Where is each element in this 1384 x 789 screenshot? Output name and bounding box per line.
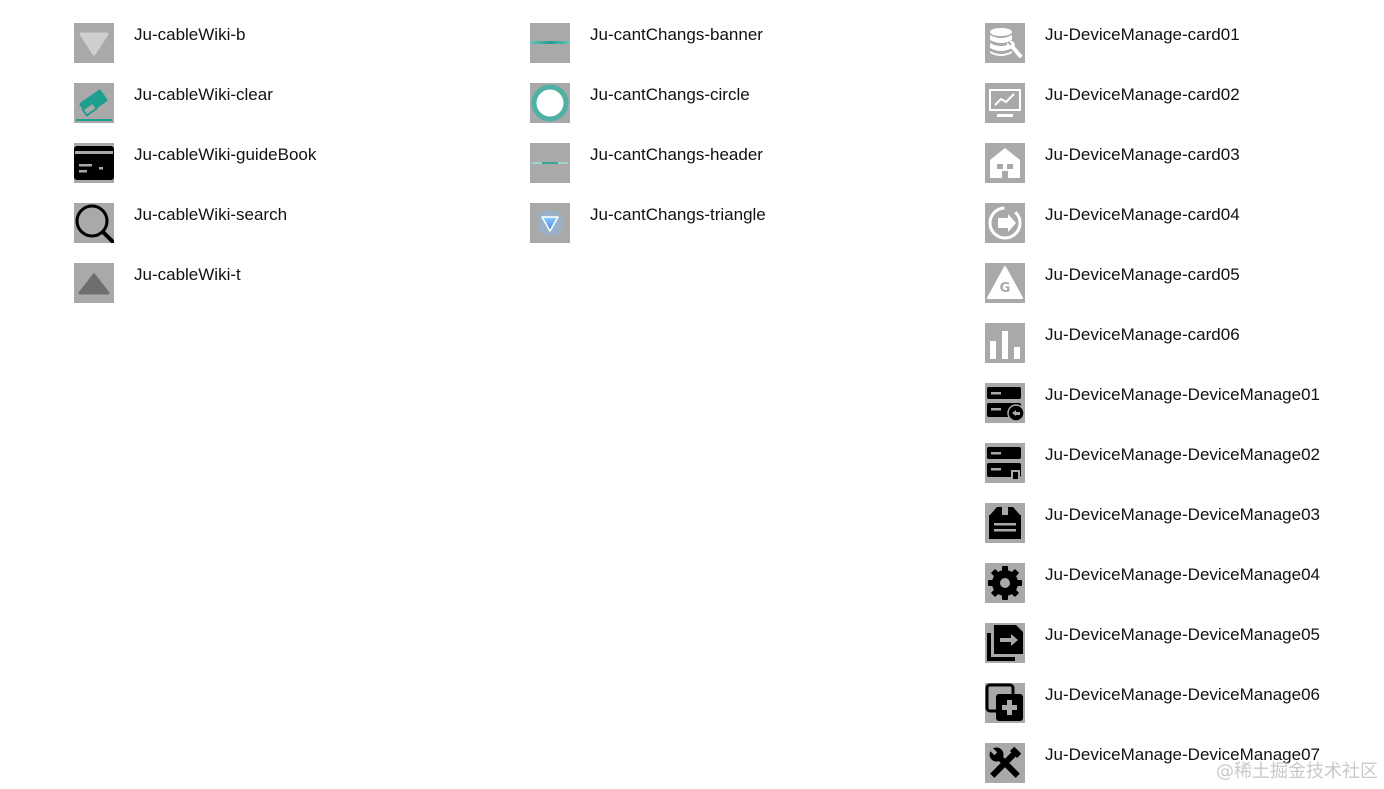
icon-label: Ju-DeviceManage-card05 <box>1045 265 1240 284</box>
icon-item-ju-cablewiki-clear[interactable]: Ju-cableWiki-clear <box>74 83 316 143</box>
icon-label: Ju-cableWiki-guideBook <box>134 145 317 164</box>
banner-line-icon <box>530 23 570 63</box>
icon-label: Ju-DeviceManage-card06 <box>1045 325 1240 344</box>
icon-label: Ju-cantChangs-header <box>590 145 763 164</box>
icon-gallery: Ju-cableWiki-b Ju-cableWiki-clear Ju-cable… <box>0 0 1384 789</box>
card-icon <box>74 143 114 183</box>
circular-arrow-icon <box>985 203 1025 243</box>
ring-icon <box>530 83 570 123</box>
icon-label: Ju-DeviceManage-DeviceManage04 <box>1045 565 1320 584</box>
icon-label: Ju-DeviceManage-card01 <box>1045 25 1240 44</box>
icon-item-ju-cablewiki-t[interactable]: Ju-cableWiki-t <box>74 263 316 323</box>
icon-item-ju-cablewiki-b[interactable]: Ju-cableWiki-b <box>74 23 316 83</box>
g-triangle-icon: G <box>985 263 1025 303</box>
triangle-down-icon <box>74 23 114 63</box>
triangle-up-icon <box>74 263 114 303</box>
archive-box-icon <box>985 503 1025 543</box>
icon-item-ju-cantchangs-banner[interactable]: Ju-cantChangs-banner <box>530 23 766 83</box>
icon-label: Ju-DeviceManage-card02 <box>1045 85 1240 104</box>
icon-label: Ju-cableWiki-b <box>134 25 246 44</box>
icon-label: Ju-cableWiki-t <box>134 265 241 284</box>
icon-label: Ju-DeviceManage-DeviceManage03 <box>1045 505 1320 524</box>
icon-label: Ju-DeviceManage-card04 <box>1045 205 1240 224</box>
svg-text:G: G <box>1000 281 1011 296</box>
icon-item-ju-devicemanage-devicemanage01[interactable]: Ju-DeviceManage-DeviceManage01 <box>985 383 1320 443</box>
icon-item-ju-devicemanage-card06[interactable]: Ju-DeviceManage-card06 <box>985 323 1320 383</box>
eraser-icon <box>74 83 114 123</box>
icon-item-ju-cantchangs-triangle[interactable]: Ju-cantChangs-triangle <box>530 203 766 263</box>
icon-label: Ju-DeviceManage-DeviceManage02 <box>1045 445 1320 464</box>
database-wrench-icon <box>985 23 1025 63</box>
copy-add-icon <box>985 683 1025 723</box>
icon-item-ju-devicemanage-devicemanage06[interactable]: Ju-DeviceManage-DeviceManage06 <box>985 683 1320 743</box>
column-cablewiki: Ju-cableWiki-b Ju-cableWiki-clear Ju-cable… <box>74 23 316 323</box>
server-undo-icon <box>985 383 1025 423</box>
icon-label: Ju-DeviceManage-DeviceManage05 <box>1045 625 1320 644</box>
watermark-text: @稀土掘金技术社区 <box>1216 761 1378 782</box>
icon-item-ju-devicemanage-devicemanage02[interactable]: Ju-DeviceManage-DeviceManage02 <box>985 443 1320 503</box>
magnifier-icon <box>74 203 114 243</box>
bar-chart-icon <box>985 323 1025 363</box>
file-export-icon <box>985 623 1025 663</box>
icon-label: Ju-cantChangs-banner <box>590 25 763 44</box>
icon-item-ju-devicemanage-devicemanage03[interactable]: Ju-DeviceManage-DeviceManage03 <box>985 503 1320 563</box>
icon-label: Ju-DeviceManage-DeviceManage06 <box>1045 685 1320 704</box>
icon-label: Ju-cableWiki-clear <box>134 85 273 104</box>
column-cantchangs: Ju-cantChangs-banner Ju-cantChangs-circle… <box>530 23 766 263</box>
house-icon <box>985 143 1025 183</box>
wrench-screwdriver-icon <box>985 743 1025 783</box>
column-devicemanage: Ju-DeviceManage-card01 Ju-DeviceManage-ca… <box>985 23 1320 789</box>
icon-item-ju-devicemanage-devicemanage05[interactable]: Ju-DeviceManage-DeviceManage05 <box>985 623 1320 683</box>
icon-item-ju-cantchangs-header[interactable]: Ju-cantChangs-header <box>530 143 766 203</box>
server-delete-icon <box>985 443 1025 483</box>
icon-item-ju-devicemanage-card04[interactable]: Ju-DeviceManage-card04 <box>985 203 1320 263</box>
blue-triangle-icon <box>530 203 570 243</box>
icon-label: Ju-DeviceManage-DeviceManage01 <box>1045 385 1320 404</box>
icon-label: Ju-cantChangs-circle <box>590 85 750 104</box>
icon-item-ju-devicemanage-card05[interactable]: G Ju-DeviceManage-card05 <box>985 263 1320 323</box>
icon-label: Ju-DeviceManage-card03 <box>1045 145 1240 164</box>
icon-item-ju-devicemanage-card03[interactable]: Ju-DeviceManage-card03 <box>985 143 1320 203</box>
icon-item-ju-cablewiki-guidebook[interactable]: Ju-cableWiki-guideBook <box>74 143 316 203</box>
gear-icon <box>985 563 1025 603</box>
icon-label: Ju-cableWiki-search <box>134 205 288 224</box>
icon-item-ju-devicemanage-devicemanage04[interactable]: Ju-DeviceManage-DeviceManage04 <box>985 563 1320 623</box>
monitor-chart-icon <box>985 83 1025 123</box>
icon-item-ju-devicemanage-card02[interactable]: Ju-DeviceManage-card02 <box>985 83 1320 143</box>
header-line-icon <box>530 143 570 183</box>
icon-item-ju-devicemanage-card01[interactable]: Ju-DeviceManage-card01 <box>985 23 1320 83</box>
icon-item-ju-cantchangs-circle[interactable]: Ju-cantChangs-circle <box>530 83 766 143</box>
icon-label: Ju-cantChangs-triangle <box>590 205 766 224</box>
icon-item-ju-cablewiki-search[interactable]: Ju-cableWiki-search <box>74 203 316 263</box>
